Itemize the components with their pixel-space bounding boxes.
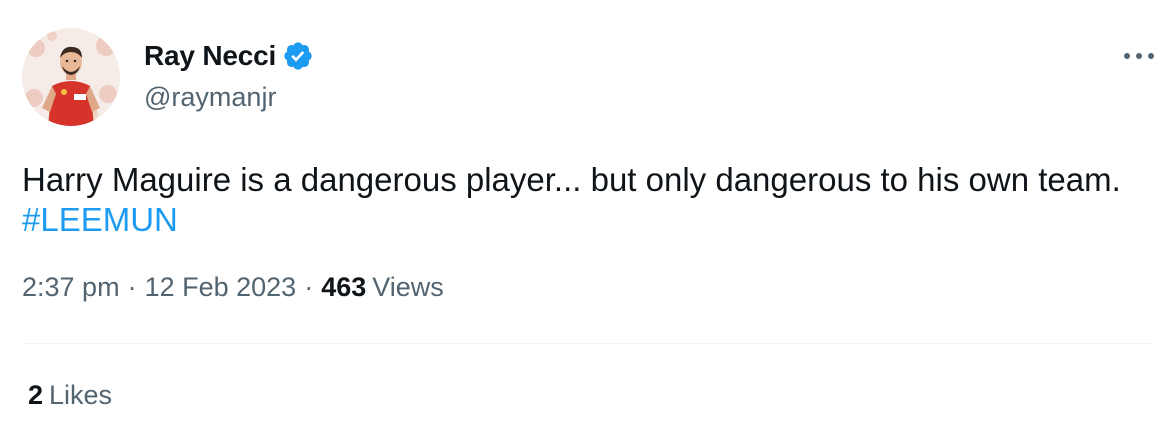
verified-badge-icon[interactable] xyxy=(282,40,314,72)
likes-count: 2 xyxy=(28,380,44,410)
tweet-time[interactable]: 2:37 pm xyxy=(22,272,120,303)
tweet-text: Harry Maguire is a dangerous player... b… xyxy=(22,160,1132,240)
more-dot xyxy=(1124,53,1130,59)
views-count: 463 xyxy=(321,272,367,302)
avatar[interactable] xyxy=(22,28,120,126)
meta-separator: · xyxy=(127,272,137,302)
more-dot xyxy=(1148,53,1154,59)
author-name-row: Ray Necci xyxy=(144,38,314,74)
views-label: Views xyxy=(372,272,444,302)
more-dot xyxy=(1136,53,1142,59)
more-horizontal-icon[interactable] xyxy=(1124,44,1154,68)
tweet-date[interactable]: 12 Feb 2023 xyxy=(145,272,297,303)
divider xyxy=(22,343,1154,344)
tweet-text-body: Harry Maguire is a dangerous player... b… xyxy=(22,161,1121,198)
likes-link[interactable]: 2 Likes xyxy=(28,380,112,411)
avatar-illustration xyxy=(22,28,120,126)
tweet-card: Ray Necci @raymanjr Harry Maguire is a d… xyxy=(0,0,1170,432)
likes-label: Likes xyxy=(49,380,113,410)
author-handle[interactable]: @raymanjr xyxy=(144,82,276,113)
hashtag-link[interactable]: #LEEMUN xyxy=(22,201,178,238)
tweet-meta: 2:37 pm · 12 Feb 2023 · 463 Views xyxy=(22,272,444,303)
author-display-name[interactable]: Ray Necci xyxy=(144,40,276,72)
meta-separator: · xyxy=(304,272,314,302)
